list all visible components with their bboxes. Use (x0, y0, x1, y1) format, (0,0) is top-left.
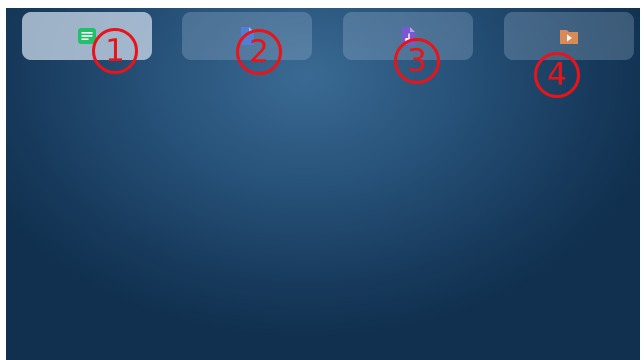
app-screen: 1 2 3 4 (6, 8, 640, 360)
step-marker-1: 1 (92, 28, 138, 74)
step-marker-3: 3 (394, 38, 440, 84)
tab-videos[interactable] (504, 12, 634, 60)
step-marker-2: 2 (236, 29, 282, 75)
video-folder-icon (560, 30, 578, 44)
step-marker-4: 4 (534, 52, 580, 98)
